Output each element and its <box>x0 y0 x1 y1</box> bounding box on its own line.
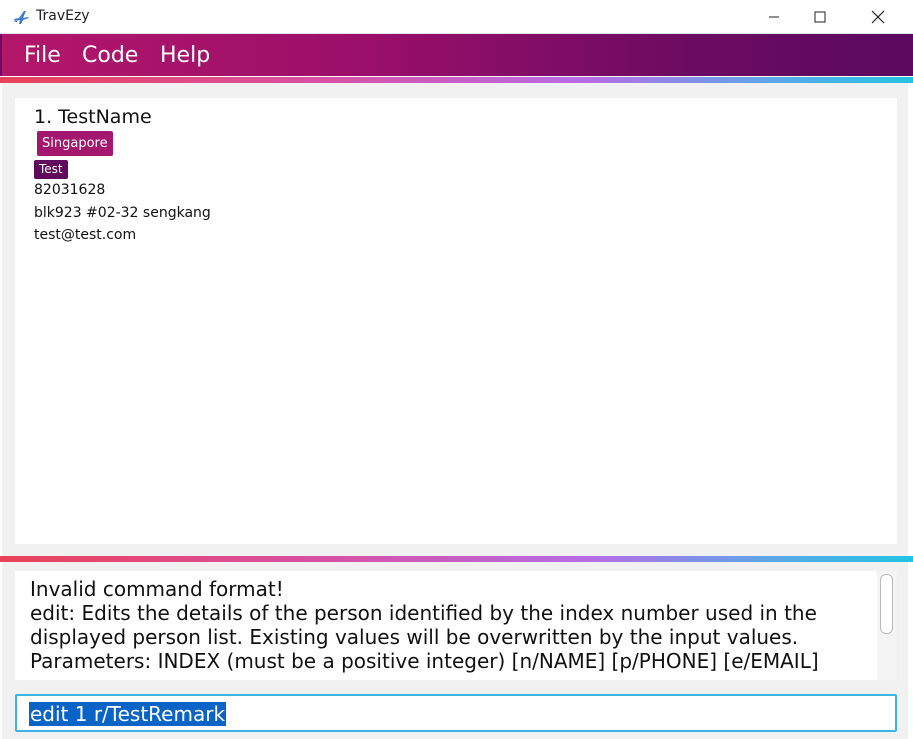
person-phone: 82031628 <box>34 182 106 198</box>
divider-bottom <box>0 556 913 562</box>
close-button[interactable] <box>855 0 901 33</box>
menu-code[interactable]: Code <box>82 43 138 68</box>
result-message: Invalid command format! edit: Edits the … <box>30 577 819 673</box>
maximize-icon <box>814 11 826 22</box>
menu-file[interactable]: File <box>24 43 61 68</box>
menu-help[interactable]: Help <box>160 43 210 68</box>
person-address: blk923 #02-32 sengkang <box>34 205 211 221</box>
menu-bar: File Code Help <box>0 34 913 76</box>
person-tag: Test <box>34 160 68 179</box>
command-input-box[interactable]: edit 1 r/TestRemark <box>15 694 897 732</box>
command-input[interactable]: edit 1 r/TestRemark <box>29 702 227 726</box>
airplane-icon <box>13 11 29 24</box>
result-display[interactable]: Invalid command format! edit: Edits the … <box>15 571 897 680</box>
result-scrollbar[interactable] <box>877 571 897 680</box>
maximize-button[interactable] <box>797 0 843 33</box>
person-list-panel[interactable]: 1. TestName Singapore Test 82031628 blk9… <box>15 98 897 544</box>
person-name: 1. TestName <box>34 106 152 128</box>
minimize-icon <box>769 16 779 17</box>
close-icon <box>871 10 885 23</box>
minimize-button[interactable] <box>751 0 797 33</box>
window-title: TravEzy <box>36 8 90 24</box>
title-bar: TravEzy <box>0 0 913 34</box>
location-tag: Singapore <box>37 131 113 156</box>
scrollbar-thumb[interactable] <box>880 574 893 634</box>
person-email: test@test.com <box>34 227 137 243</box>
